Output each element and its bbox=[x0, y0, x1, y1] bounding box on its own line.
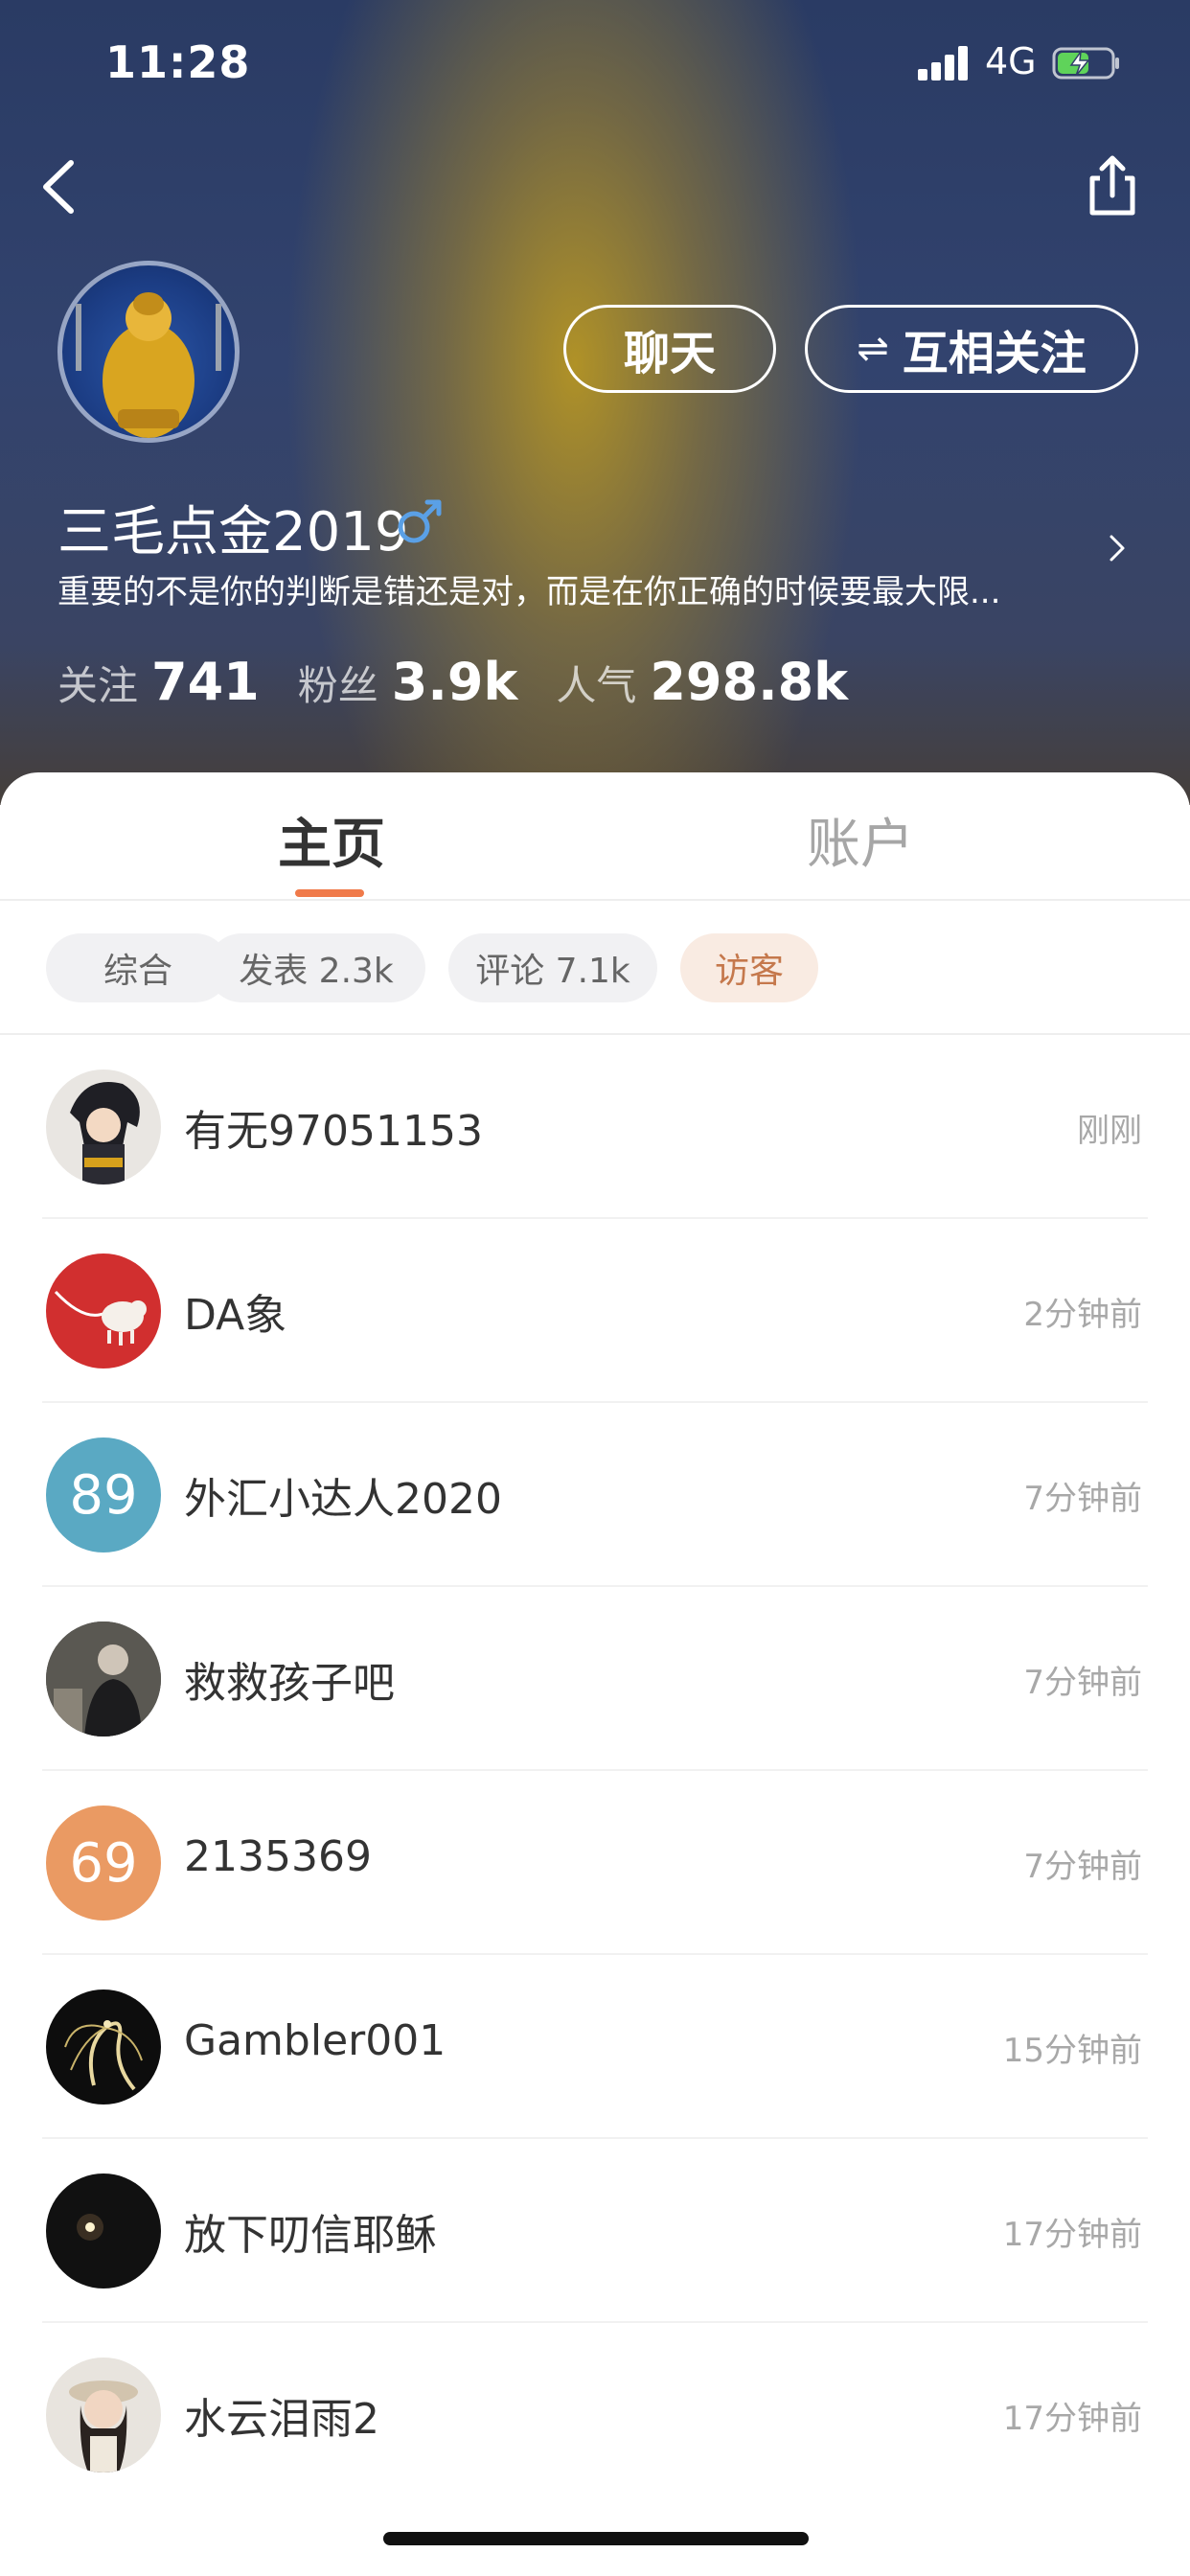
visit-time: 刚刚 bbox=[1077, 1112, 1142, 1150]
chat-button[interactable]: 聊天 bbox=[563, 305, 776, 393]
visitor-name: Gambler001 bbox=[184, 2016, 446, 2065]
signal-icon bbox=[918, 46, 972, 80]
profile-header: 11:28 4G 聊天 ⇌ 互相关注 三毛点金2019 重要的不是你的判断是错还… bbox=[0, 0, 1190, 805]
profile-bio[interactable]: 重要的不是你的判断是错还是对，而是在你正确的时候要最大限... bbox=[57, 565, 1073, 612]
back-icon[interactable] bbox=[33, 153, 90, 220]
visitor-name: 2135369 bbox=[184, 1832, 372, 1881]
visitor-name: 放下叨信耶稣 bbox=[184, 2211, 437, 2260]
visit-time: 17分钟前 bbox=[1002, 2400, 1142, 2438]
profile-avatar[interactable] bbox=[57, 261, 240, 443]
male-icon bbox=[398, 499, 442, 543]
popularity-count: 298.8k bbox=[650, 652, 849, 712]
tabs-divider bbox=[0, 899, 1190, 901]
mutual-follow-button[interactable]: ⇌ 互相关注 bbox=[805, 305, 1138, 393]
visit-time: 17分钟前 bbox=[1002, 2216, 1142, 2254]
share-icon[interactable] bbox=[1083, 153, 1142, 220]
visitor-name: 有无97051153 bbox=[184, 1107, 483, 1156]
followers-label[interactable]: 粉丝 bbox=[298, 654, 378, 712]
chip-comments[interactable]: 评论 7.1k bbox=[448, 933, 657, 1002]
list-item[interactable]: DA象 2分钟前 bbox=[0, 1219, 1190, 1403]
chip-visitors[interactable]: 访客 bbox=[680, 933, 818, 1002]
avatar[interactable]: 69 bbox=[46, 1806, 161, 1920]
swap-arrows-icon: ⇌ bbox=[857, 327, 889, 371]
following-label[interactable]: 关注 bbox=[57, 654, 138, 712]
avatar[interactable] bbox=[46, 2174, 161, 2288]
tab-home[interactable]: 主页 bbox=[278, 801, 385, 879]
content-sheet: 主页 账户 综合 发表 2.3k 评论 7.1k 访客 有无97051153 刚… bbox=[0, 772, 1190, 2576]
visit-time: 7分钟前 bbox=[1023, 1848, 1142, 1886]
list-item[interactable]: 89 外汇小达人2020 7分钟前 bbox=[0, 1403, 1190, 1587]
visit-time: 7分钟前 bbox=[1023, 1664, 1142, 1702]
visit-time: 2分钟前 bbox=[1023, 1296, 1142, 1334]
following-count[interactable]: 741 bbox=[151, 652, 260, 712]
status-bar: 11:28 4G bbox=[0, 0, 1190, 125]
avatar[interactable] bbox=[46, 1254, 161, 1368]
list-item[interactable]: 有无97051153 刚刚 bbox=[0, 1035, 1190, 1219]
list-item[interactable]: 救救孩子吧 7分钟前 bbox=[0, 1587, 1190, 1771]
visit-time: 7分钟前 bbox=[1023, 1480, 1142, 1518]
list-item[interactable]: 水云泪雨2 17分钟前 bbox=[0, 2323, 1190, 2507]
chip-posts[interactable]: 发表 2.3k bbox=[207, 933, 425, 1002]
visit-time: 15分钟前 bbox=[1002, 2032, 1142, 2070]
list-item[interactable]: 69 2135369 7分钟前 bbox=[0, 1771, 1190, 1955]
list-item[interactable]: Gambler001 15分钟前 bbox=[0, 1955, 1190, 2139]
battery-icon bbox=[1052, 47, 1119, 80]
network-type: 4G bbox=[985, 40, 1037, 82]
popularity-label: 人气 bbox=[556, 662, 637, 709]
visitor-name: 水云泪雨2 bbox=[184, 2395, 379, 2444]
username: 三毛点金2019 bbox=[57, 501, 409, 564]
avatar[interactable] bbox=[46, 1070, 161, 1184]
visitor-name: DA象 bbox=[184, 1291, 287, 1340]
avatar[interactable] bbox=[46, 1622, 161, 1736]
buddha-image bbox=[76, 292, 221, 438]
visitor-name: 救救孩子吧 bbox=[184, 1659, 395, 1708]
visitor-name: 外汇小达人2020 bbox=[184, 1475, 502, 1524]
chip-overview[interactable]: 综合 bbox=[46, 933, 230, 1002]
tab-account[interactable]: 账户 bbox=[807, 801, 914, 879]
status-time: 11:28 bbox=[105, 36, 251, 88]
chevron-right-icon[interactable] bbox=[1102, 529, 1131, 567]
avatar[interactable]: 89 bbox=[46, 1438, 161, 1552]
mutual-follow-label: 互相关注 bbox=[902, 327, 1087, 380]
avatar[interactable] bbox=[46, 1990, 161, 2104]
home-indicator[interactable] bbox=[383, 2532, 809, 2545]
profile-stats: 关注 741 粉丝 3.9k 人气 298.8k bbox=[57, 652, 886, 712]
avatar[interactable] bbox=[46, 2358, 161, 2472]
list-item[interactable]: 放下叨信耶稣 17分钟前 bbox=[0, 2139, 1190, 2323]
active-tab-indicator bbox=[295, 889, 364, 897]
followers-count[interactable]: 3.9k bbox=[392, 652, 518, 712]
